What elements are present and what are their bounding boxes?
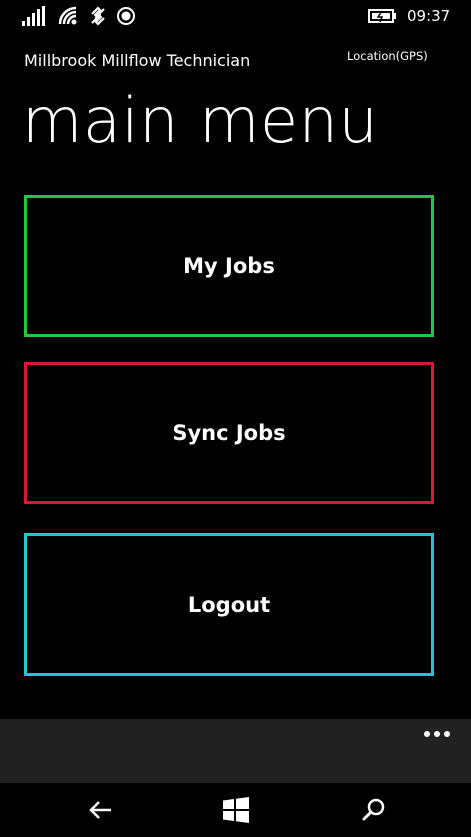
data-sense-icon (91, 6, 105, 26)
ellipsis-icon[interactable] (423, 727, 451, 741)
logout-label: Logout (187, 592, 271, 617)
app-bar (0, 719, 471, 783)
location-gps-link[interactable]: Location(GPS) (347, 48, 428, 64)
status-bar: 09:37 (0, 0, 471, 32)
logout-button[interactable]: Logout (24, 533, 434, 676)
back-icon[interactable] (87, 796, 115, 824)
search-icon[interactable] (360, 796, 388, 824)
navigation-bar (0, 783, 471, 837)
my-jobs-button[interactable]: My Jobs (24, 195, 434, 337)
battery-charging-icon (368, 9, 396, 23)
sync-jobs-label: Sync Jobs (172, 421, 286, 445)
wifi-icon (58, 6, 77, 25)
windows-start-icon[interactable] (222, 796, 250, 824)
status-clock: 09:37 (407, 7, 451, 25)
page-title: main menu (22, 84, 379, 157)
app-title: Millbrook Millflow Technician (24, 51, 251, 70)
my-jobs-label: My Jobs (183, 254, 275, 278)
signal-icon (22, 6, 45, 26)
sync-jobs-button[interactable]: Sync Jobs (24, 362, 434, 504)
location-icon (117, 7, 135, 25)
